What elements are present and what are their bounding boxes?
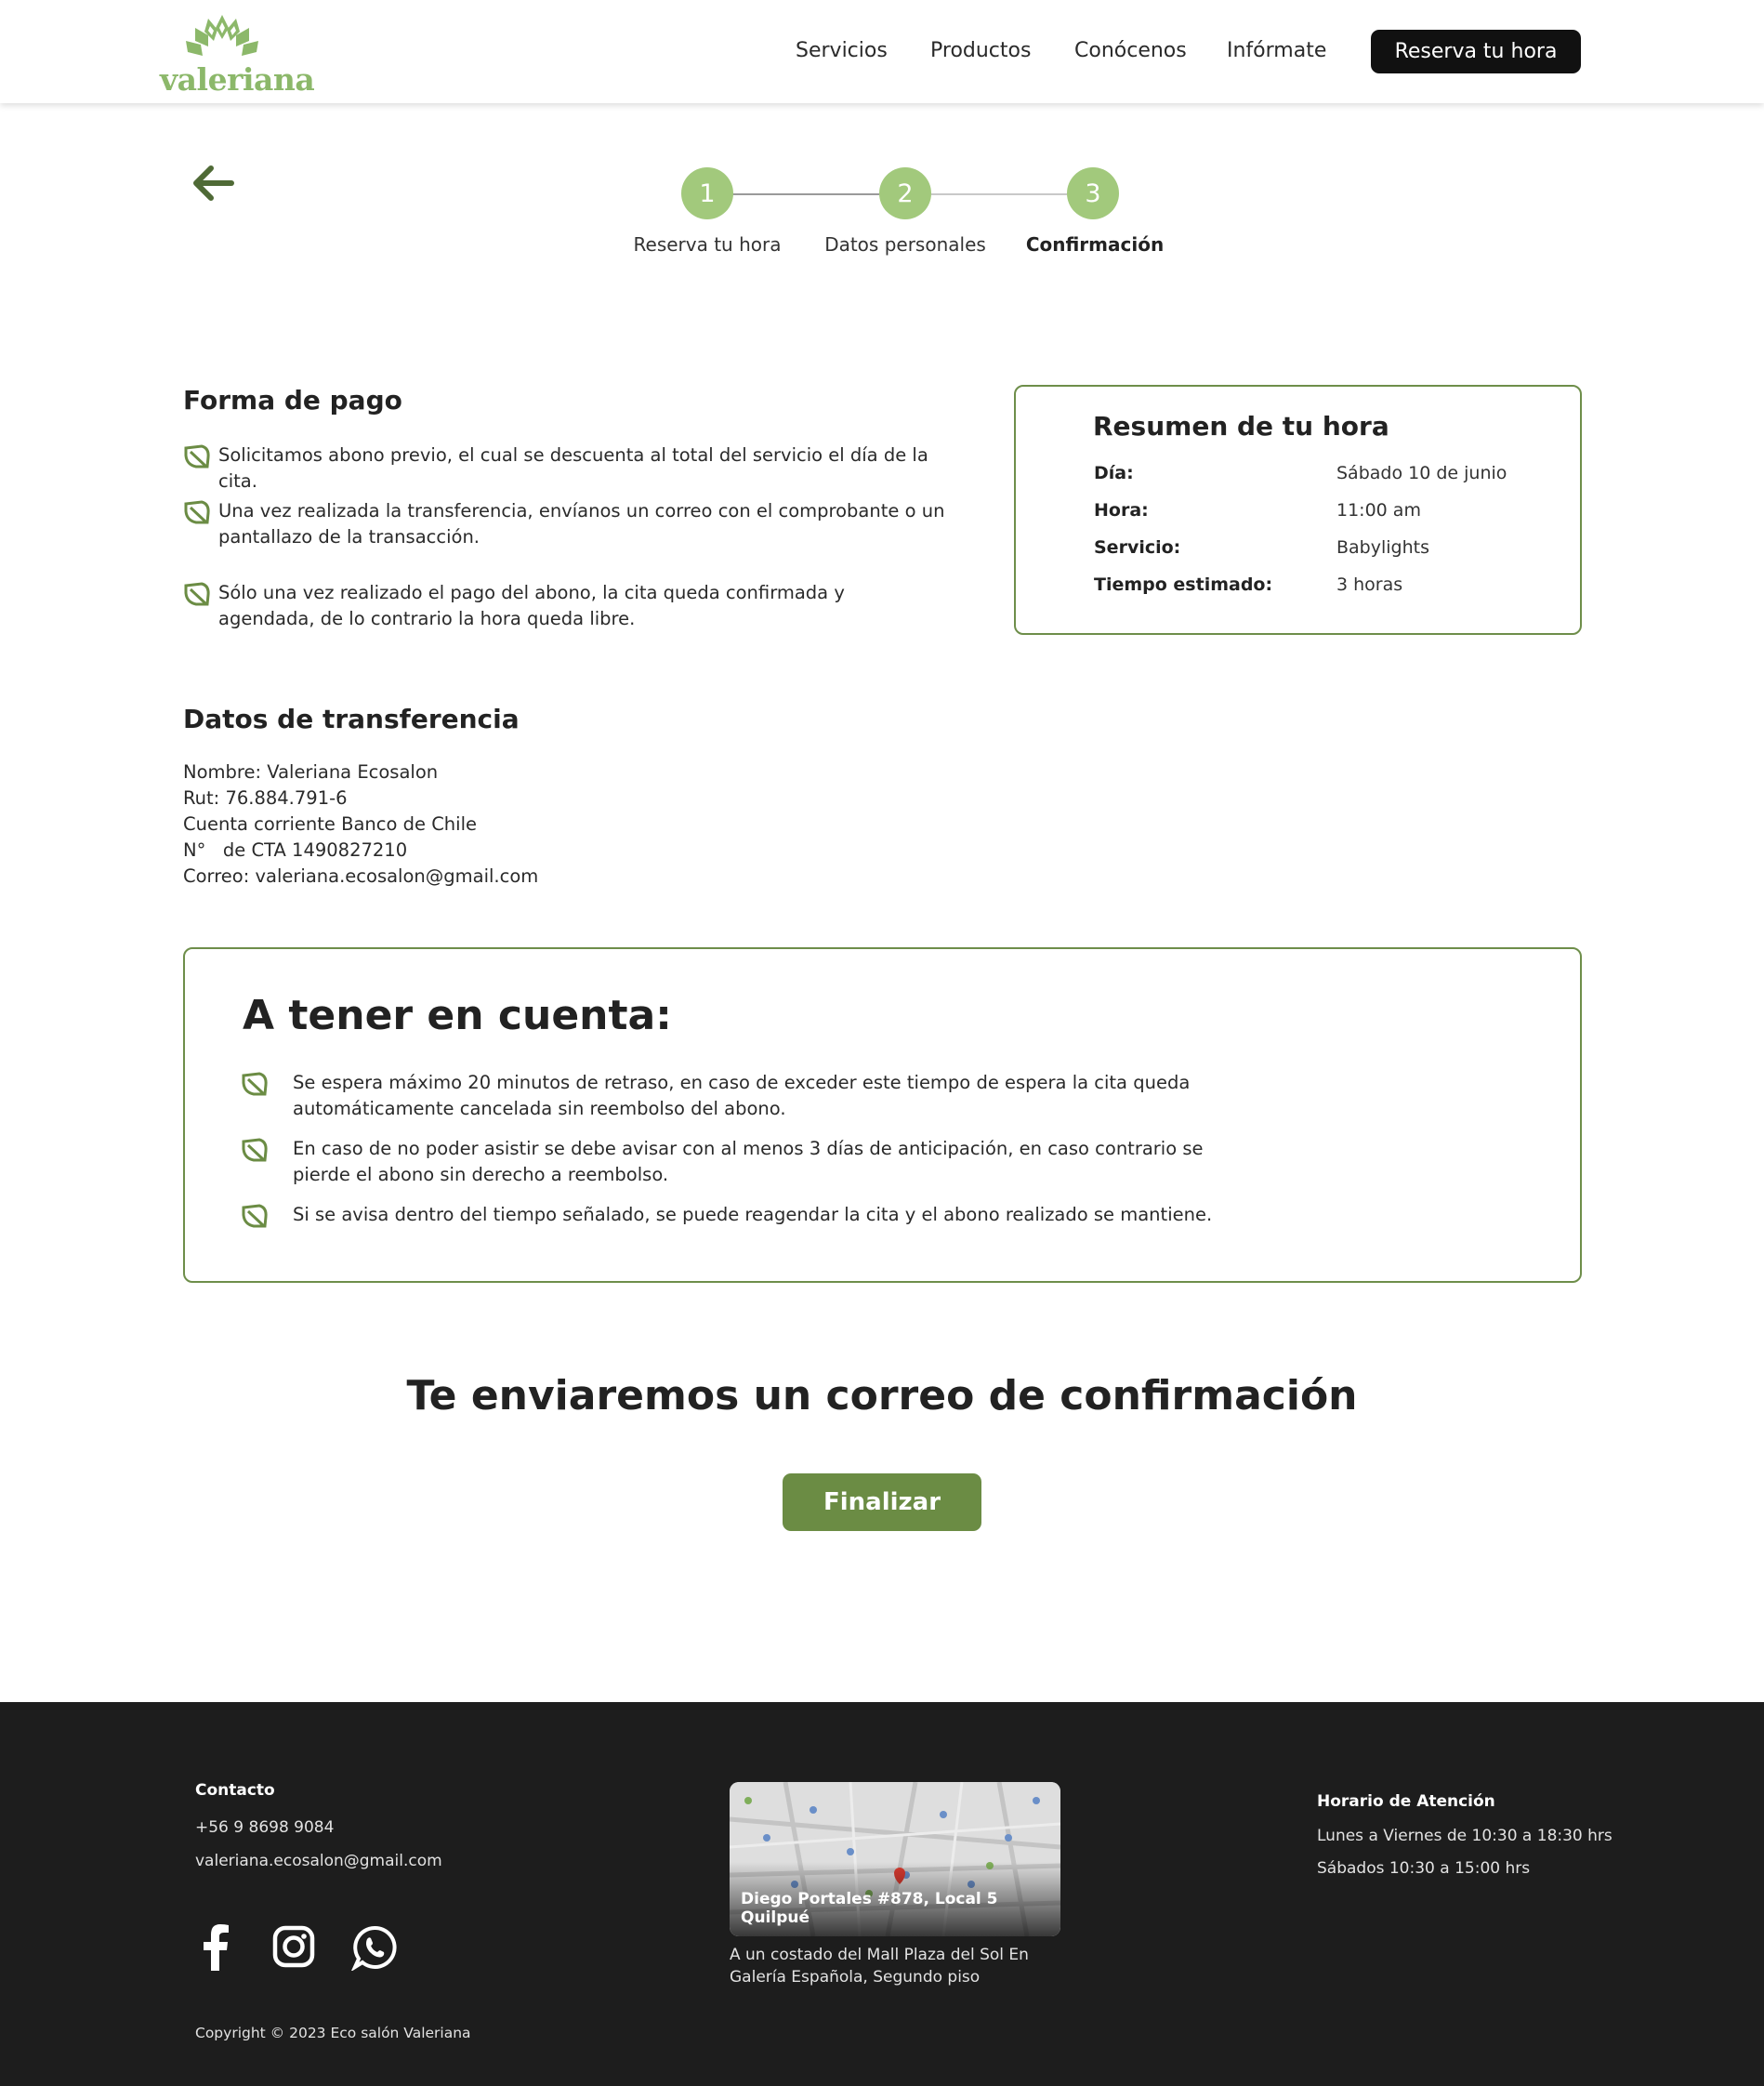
transfer-details: Nombre: Valeriana Ecosalon Rut: 76.884.7…: [183, 759, 538, 890]
leaf-bullet-icon: [242, 1138, 268, 1162]
valeriana-logo[interactable]: valeriana: [160, 11, 315, 98]
payment-item: Una vez realizada la transferencia, enví…: [183, 498, 945, 550]
step-connector: [732, 193, 879, 195]
transfer-account-number: N° de CTA 1490827210: [183, 839, 408, 861]
whatsapp-icon[interactable]: [350, 1924, 398, 1974]
notice-title: A tener en cuenta:: [243, 992, 672, 1039]
footer-copyright: Copyright © 2023 Eco salón Valeriana: [195, 2025, 471, 2041]
summary-value-duration: 3 horas: [1336, 574, 1403, 595]
booking-summary-card: Resumen de tu hora Día: Sábado 10 de jun…: [1014, 385, 1582, 635]
footer-phone[interactable]: +56 9 8698 9084: [195, 1816, 334, 1839]
notice-item: Si se avisa dentro del tiempo señalado, …: [241, 1202, 1263, 1232]
payment-item: Sólo una vez realizado el pago del abono…: [183, 580, 945, 632]
step-1-label: Reserva tu hora: [633, 233, 782, 256]
footer-hours-title: Horario de Atención: [1317, 1792, 1495, 1811]
summary-label-day: Día:: [1094, 463, 1134, 483]
payment-title: Forma de pago: [183, 385, 402, 416]
transfer-email: Correo: valeriana.ecosalon@gmail.com: [183, 865, 539, 887]
transfer-title: Datos de transferencia: [183, 704, 520, 734]
notice-item: Se espera máximo 20 minutos de retraso, …: [241, 1070, 1217, 1122]
back-arrow-icon[interactable]: [191, 163, 235, 204]
step-3-label: Confirmación: [1025, 233, 1165, 256]
summary-value-day: Sábado 10 de junio: [1336, 463, 1507, 483]
nav-servicios[interactable]: Servicios: [796, 39, 888, 62]
summary-label-time: Hora:: [1094, 500, 1149, 521]
step-2-label: Datos personales: [824, 233, 986, 256]
leaf-bullet-icon: [184, 444, 210, 469]
nav-informate[interactable]: Infórmate: [1227, 39, 1326, 62]
transfer-bank: Cuenta corriente Banco de Chile: [183, 813, 477, 835]
footer-hours-saturday: Sábados 10:30 a 15:00 hrs: [1317, 1859, 1531, 1878]
nav-conocenos[interactable]: Conócenos: [1074, 39, 1187, 62]
notice-item: En caso de no poder asistir se debe avis…: [241, 1136, 1217, 1188]
notice-box: A tener en cuenta: Se espera máximo 20 m…: [183, 947, 1582, 1283]
step-1-circle: 1: [681, 167, 733, 219]
summary-title: Resumen de tu hora: [1093, 411, 1389, 442]
leaf-bullet-icon: [184, 582, 210, 606]
footer-address-note: A un costado del Mall Plaza del Sol En G…: [730, 1946, 1029, 1987]
summary-label-duration: Tiempo estimado:: [1094, 574, 1273, 595]
footer-contact-title: Contacto: [195, 1781, 275, 1800]
map-address-label: Diego Portales #878, Local 5 Quilpué: [741, 1890, 998, 1927]
nav-productos[interactable]: Productos: [930, 39, 1031, 62]
leaf-bullet-icon: [184, 500, 210, 524]
reserve-button[interactable]: Reserva tu hora: [1371, 30, 1581, 73]
summary-value-service: Babylights: [1336, 537, 1429, 558]
finish-button[interactable]: Finalizar: [783, 1473, 981, 1531]
step-connector: [931, 193, 1067, 195]
payment-item: Solicitamos abono previo, el cual se des…: [183, 442, 945, 495]
transfer-name: Nombre: Valeriana Ecosalon: [183, 761, 439, 783]
logo-text: valeriana: [160, 61, 315, 98]
site-header: valeriana Servicios Productos Conócenos …: [0, 0, 1764, 103]
facebook-icon[interactable]: [201, 1924, 230, 1974]
leaf-bullet-icon: [242, 1204, 268, 1228]
summary-label-service: Servicio:: [1094, 537, 1181, 558]
leaf-bullet-icon: [242, 1072, 268, 1096]
footer-email[interactable]: valeriana.ecosalon@gmail.com: [195, 1850, 442, 1872]
instagram-icon[interactable]: [271, 1924, 316, 1973]
logo-mandala-icon: [186, 15, 258, 56]
transfer-rut: Rut: 76.884.791-6: [183, 787, 348, 809]
location-map[interactable]: Diego Portales #878, Local 5 Quilpué: [730, 1782, 1060, 1936]
step-2-circle: 2: [879, 167, 931, 219]
footer-hours-weekdays: Lunes a Viernes de 10:30 a 18:30 hrs: [1317, 1827, 1613, 1845]
summary-value-time: 11:00 am: [1336, 500, 1421, 521]
confirmation-message: Te enviaremos un correo de confirmación: [406, 1372, 1358, 1419]
step-3-circle: 3: [1067, 167, 1119, 219]
